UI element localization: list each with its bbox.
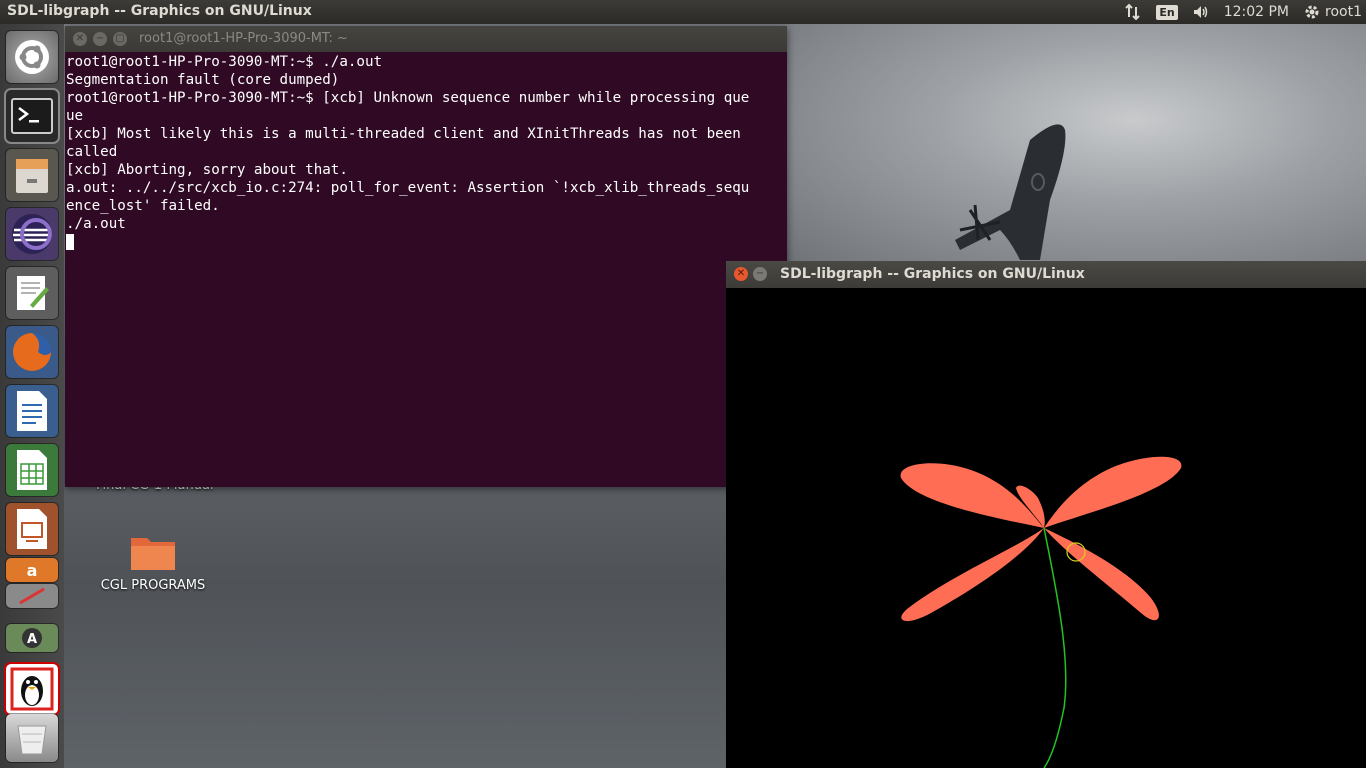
impress-icon bbox=[17, 509, 47, 549]
software-center-icon: A bbox=[22, 628, 42, 648]
terminal-titlebar[interactable]: ✕ − ▢ root1@root1-HP-Pro-3090-MT: ~ bbox=[65, 26, 787, 52]
terminal-window[interactable]: ✕ − ▢ root1@root1-HP-Pro-3090-MT: ~ root… bbox=[65, 26, 787, 487]
folder-icon bbox=[131, 538, 175, 570]
launcher-item-text-editor[interactable] bbox=[6, 267, 58, 319]
terminal-output[interactable]: root1@root1-HP-Pro-3090-MT:~$ ./a.out Seg… bbox=[65, 52, 787, 487]
graphics-close-button[interactable]: ✕ bbox=[734, 267, 748, 281]
keyboard-layout-indicator[interactable]: En bbox=[1156, 4, 1178, 20]
graphics-minimize-button[interactable]: − bbox=[753, 267, 767, 281]
volume-icon[interactable] bbox=[1192, 3, 1210, 21]
graphics-window[interactable]: ✕ − SDL-libgraph -- Graphics on GNU/Linu… bbox=[726, 261, 1366, 768]
graphics-title: SDL-libgraph -- Graphics on GNU/Linux bbox=[780, 266, 1085, 282]
close-icon: ✕ bbox=[736, 268, 746, 279]
minimize-icon: − bbox=[755, 268, 765, 279]
launcher-item-dash[interactable] bbox=[6, 31, 58, 83]
software-center-icon bbox=[19, 587, 45, 605]
terminal-line: called bbox=[66, 144, 118, 160]
graphics-canvas[interactable] bbox=[726, 288, 1366, 768]
terminal-title: root1@root1-HP-Pro-3090-MT: ~ bbox=[139, 31, 348, 46]
maximize-icon: ▢ bbox=[115, 33, 125, 44]
active-window-title: SDL-libgraph -- Graphics on GNU/Linux bbox=[7, 3, 312, 19]
amazon-icon: a bbox=[27, 561, 38, 580]
launcher-item-trash[interactable] bbox=[6, 714, 58, 762]
files-icon bbox=[16, 159, 48, 193]
terminal-close-button[interactable]: ✕ bbox=[73, 32, 87, 46]
terminal-minimize-button[interactable]: − bbox=[93, 32, 107, 46]
terminal-line: root1@root1-HP-Pro-3090-MT:~$ ./a.out bbox=[66, 54, 383, 70]
close-icon: ✕ bbox=[75, 33, 85, 44]
terminal-icon bbox=[11, 98, 53, 134]
launcher-item-firefox[interactable] bbox=[6, 326, 58, 378]
launcher-item-calc[interactable] bbox=[6, 444, 58, 496]
launcher-item-impress[interactable] bbox=[6, 503, 58, 555]
svg-text:a: a bbox=[27, 561, 38, 580]
ubuntu-dash-icon bbox=[15, 40, 49, 74]
launcher-item-software[interactable] bbox=[6, 584, 58, 608]
user-name[interactable]: root1 bbox=[1325, 4, 1362, 20]
aircraft-wallpaper-image bbox=[955, 124, 1066, 260]
folder-label: CGL PROGRAMS bbox=[100, 578, 206, 593]
svg-text:A: A bbox=[27, 632, 37, 647]
launcher-item-eclipse[interactable] bbox=[6, 208, 58, 260]
trash-icon bbox=[17, 725, 47, 755]
terminal-maximize-button[interactable]: ▢ bbox=[113, 32, 127, 46]
terminal-line: [xcb] Most likely this is a multi-thread… bbox=[66, 126, 741, 142]
firefox-icon bbox=[13, 333, 51, 371]
clock[interactable]: 12:02 PM bbox=[1224, 4, 1289, 20]
launcher-item-amazon[interactable]: a bbox=[6, 558, 58, 582]
terminal-line: a.out: ../../src/xcb_io.c:274: poll_for_… bbox=[66, 180, 750, 196]
minimize-icon: − bbox=[95, 33, 105, 44]
terminal-line: [xcb] Aborting, sorry about that. bbox=[66, 162, 348, 178]
launcher-item-writer[interactable] bbox=[6, 385, 58, 437]
text-editor-icon bbox=[17, 276, 49, 310]
terminal-line: ence_lost' failed. bbox=[66, 198, 220, 214]
launcher-item-files[interactable] bbox=[6, 149, 58, 201]
terminal-line: ue bbox=[66, 108, 84, 124]
writer-icon bbox=[17, 391, 47, 431]
eclipse-icon bbox=[12, 214, 52, 254]
launcher-item-app[interactable]: A bbox=[6, 624, 58, 652]
launcher-item-terminal[interactable] bbox=[6, 90, 58, 142]
terminal-line: ./a.out bbox=[66, 216, 126, 232]
canvas-background bbox=[726, 288, 1366, 768]
system-tray: En 12:02 PM root1 bbox=[1124, 0, 1362, 24]
launcher: a A bbox=[0, 24, 64, 768]
network-transfer-icon[interactable] bbox=[1124, 3, 1142, 21]
terminal-line: Segmentation fault (core dumped) bbox=[66, 72, 340, 88]
terminal-line: root1@root1-HP-Pro-3090-MT:~$ [xcb] Unkn… bbox=[66, 90, 750, 106]
top-panel: SDL-libgraph -- Graphics on GNU/Linux En… bbox=[0, 0, 1366, 24]
gear-icon[interactable] bbox=[1303, 3, 1321, 21]
tux-icon bbox=[10, 667, 54, 711]
terminal-cursor bbox=[66, 234, 74, 250]
desktop-folder-cgl-programs[interactable]: CGL PROGRAMS bbox=[98, 532, 208, 593]
calc-icon bbox=[17, 450, 47, 490]
launcher-item-tux[interactable] bbox=[6, 664, 58, 714]
graphics-titlebar[interactable]: ✕ − SDL-libgraph -- Graphics on GNU/Linu… bbox=[726, 261, 1366, 288]
